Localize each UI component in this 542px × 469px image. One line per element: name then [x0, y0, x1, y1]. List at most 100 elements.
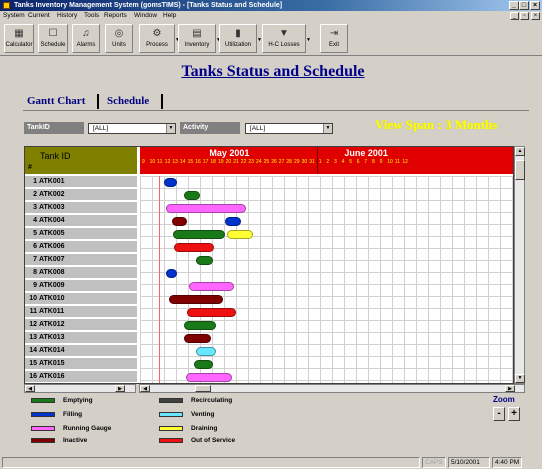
menu-history[interactable]: History	[57, 11, 77, 21]
scroll-down-icon[interactable]: ▼	[515, 374, 525, 383]
row-number: 11	[29, 308, 37, 315]
tank-row-label[interactable]: 9 ATK009	[25, 280, 137, 292]
losses-toolbar-button[interactable]: ▼ H-C Losses ▼	[262, 24, 311, 53]
tank-row-label[interactable]: 7 ATK007	[25, 254, 137, 266]
tank-row-label[interactable]: 16 ATK016	[25, 371, 137, 383]
gantt-bar[interactable]	[184, 191, 201, 200]
gantt-bar[interactable]	[195, 347, 216, 356]
row-number: 15	[29, 360, 37, 367]
gantt-bar[interactable]	[173, 230, 225, 239]
scroll-thumb[interactable]	[515, 160, 525, 180]
zoom-out-button[interactable]: -	[493, 407, 505, 421]
scroll-left-icon[interactable]: ◀	[140, 385, 150, 392]
zoom-in-button[interactable]: +	[508, 407, 520, 421]
tank-row-label[interactable]: 13 ATK013	[25, 332, 137, 344]
gantt-bar[interactable]	[224, 217, 241, 226]
chevron-down-icon[interactable]: ▼	[323, 124, 332, 133]
tank-row-label[interactable]: 15 ATK015	[25, 358, 137, 370]
minimize-button[interactable]: _	[509, 1, 519, 10]
gantt-bar[interactable]	[163, 178, 177, 187]
gantt-bar[interactable]	[195, 256, 213, 265]
gantt-bar[interactable]	[184, 321, 216, 330]
tankid-select[interactable]: [ALL] ▼	[88, 123, 176, 134]
legend-label: Draining	[191, 425, 218, 432]
tank-row-label[interactable]: 4 ATK004	[25, 215, 137, 227]
legend-swatch	[31, 426, 55, 431]
child-restore-button[interactable]: ▫	[520, 12, 529, 20]
app-window: Tanks Inventory Management System (gomsT…	[0, 0, 542, 469]
schedule-toolbar-button[interactable]: ☐ Schedule	[38, 24, 68, 53]
tank-row-label[interactable]: 2 ATK002	[25, 189, 137, 201]
tank-row-label[interactable]: 14 ATK014	[25, 345, 137, 357]
scroll-left-icon[interactable]: ◀	[25, 385, 35, 392]
activity-select[interactable]: [ALL] ▼	[245, 123, 333, 134]
gantt-bar[interactable]	[193, 360, 213, 369]
day-tick-label: 1	[318, 159, 322, 165]
tank-row-label[interactable]: 6 ATK006	[25, 241, 137, 253]
units-toolbar-button[interactable]: ◎ Units	[105, 24, 133, 53]
tank-row-label[interactable]: 10 ATK010	[25, 293, 137, 305]
gantt-grid[interactable]	[140, 176, 513, 383]
row-number: 12	[29, 321, 37, 328]
month-label: June 2001	[344, 148, 388, 158]
day-tick-label: 23	[248, 159, 254, 165]
tab-gantt-chart[interactable]: Gantt Chart	[23, 94, 99, 109]
child-close-button[interactable]: ×	[531, 12, 540, 20]
scroll-right-icon[interactable]: ▶	[115, 385, 125, 392]
chevron-down-icon[interactable]: ▼	[166, 124, 175, 133]
scroll-up-icon[interactable]: ▲	[515, 147, 525, 156]
day-tick-label: 30	[301, 159, 308, 165]
tank-id: ATK003	[39, 204, 65, 211]
main-content: Tanks Status and Schedule Gantt Chart Sc…	[9, 59, 537, 450]
tank-row-label[interactable]: 3 ATK003	[25, 202, 137, 214]
tank-row-label[interactable]: 5 ATK005	[25, 228, 137, 240]
menu-current[interactable]: Current	[28, 11, 50, 21]
utilization-chart-icon: ▮	[235, 28, 241, 39]
gantt-bar[interactable]	[169, 295, 224, 304]
gantt-bar[interactable]	[174, 243, 214, 252]
tankid-label: TankID	[24, 122, 84, 134]
maximize-button[interactable]: □	[519, 1, 529, 10]
gantt-bar[interactable]	[189, 282, 235, 291]
tank-row-label[interactable]: 8 ATK008	[25, 267, 137, 279]
gantt-bar[interactable]	[165, 269, 177, 278]
tab-schedule[interactable]: Schedule	[103, 94, 163, 109]
gantt-bar[interactable]	[165, 204, 246, 213]
toolbar-button-label: Schedule	[40, 42, 66, 48]
vertical-scrollbar[interactable]: ▲ ▼	[514, 146, 525, 384]
tank-row-label[interactable]: 12 ATK012	[25, 319, 137, 331]
alarm-bell-toolbar-button[interactable]: ♫ Alarms	[72, 24, 100, 53]
label-horizontal-scrollbar[interactable]: ◀ ▶	[24, 384, 136, 393]
calculator-toolbar-button[interactable]: ▦ Calculator	[4, 24, 34, 53]
tank-row-label[interactable]: 1 ATK001	[25, 176, 137, 188]
menu-help[interactable]: Help	[163, 11, 176, 21]
gantt-bar[interactable]	[226, 230, 254, 239]
inventory-toolbar-button[interactable]: ▤ Inventory ▼	[178, 24, 221, 53]
menu-tools[interactable]: Tools	[84, 11, 99, 21]
gantt-bar[interactable]	[184, 334, 211, 343]
legend-swatch	[31, 438, 55, 443]
process-toolbar-button[interactable]: ⚙ Process ▼	[139, 24, 180, 53]
menu-reports[interactable]: Reports	[104, 11, 127, 21]
legend-label: Running Gauge	[63, 425, 112, 432]
dropdown-arrow-icon[interactable]: ▼	[306, 37, 311, 43]
gantt-bar[interactable]	[187, 308, 237, 317]
tank-id: ATK004	[39, 217, 65, 224]
menu-system[interactable]: System	[3, 11, 25, 21]
timeline-horizontal-scrollbar[interactable]: ◀ ▶	[139, 384, 525, 393]
child-minimize-button[interactable]: _	[510, 12, 519, 20]
tank-row-label[interactable]: 11 ATK011	[25, 306, 137, 318]
scroll-right-icon[interactable]: ▶	[505, 385, 515, 392]
view-span-label[interactable]: View Span : 3 Months	[375, 117, 497, 133]
exit-toolbar-button[interactable]: ⇥ Exit	[320, 24, 348, 53]
utilization-chart-toolbar-button[interactable]: ▮ Utilization ▼	[219, 24, 262, 53]
menu-window[interactable]: Window	[134, 11, 157, 21]
toolbar-button-label: Process	[146, 42, 168, 48]
tank-id: ATK002	[39, 191, 65, 198]
gantt-bar[interactable]	[172, 217, 188, 226]
day-tick-label: 17	[202, 159, 209, 165]
close-button[interactable]: ×	[530, 1, 540, 10]
gantt-bar[interactable]	[186, 373, 232, 382]
scroll-thumb[interactable]	[195, 385, 211, 392]
tankid-select-value: [ALL]	[93, 125, 109, 132]
